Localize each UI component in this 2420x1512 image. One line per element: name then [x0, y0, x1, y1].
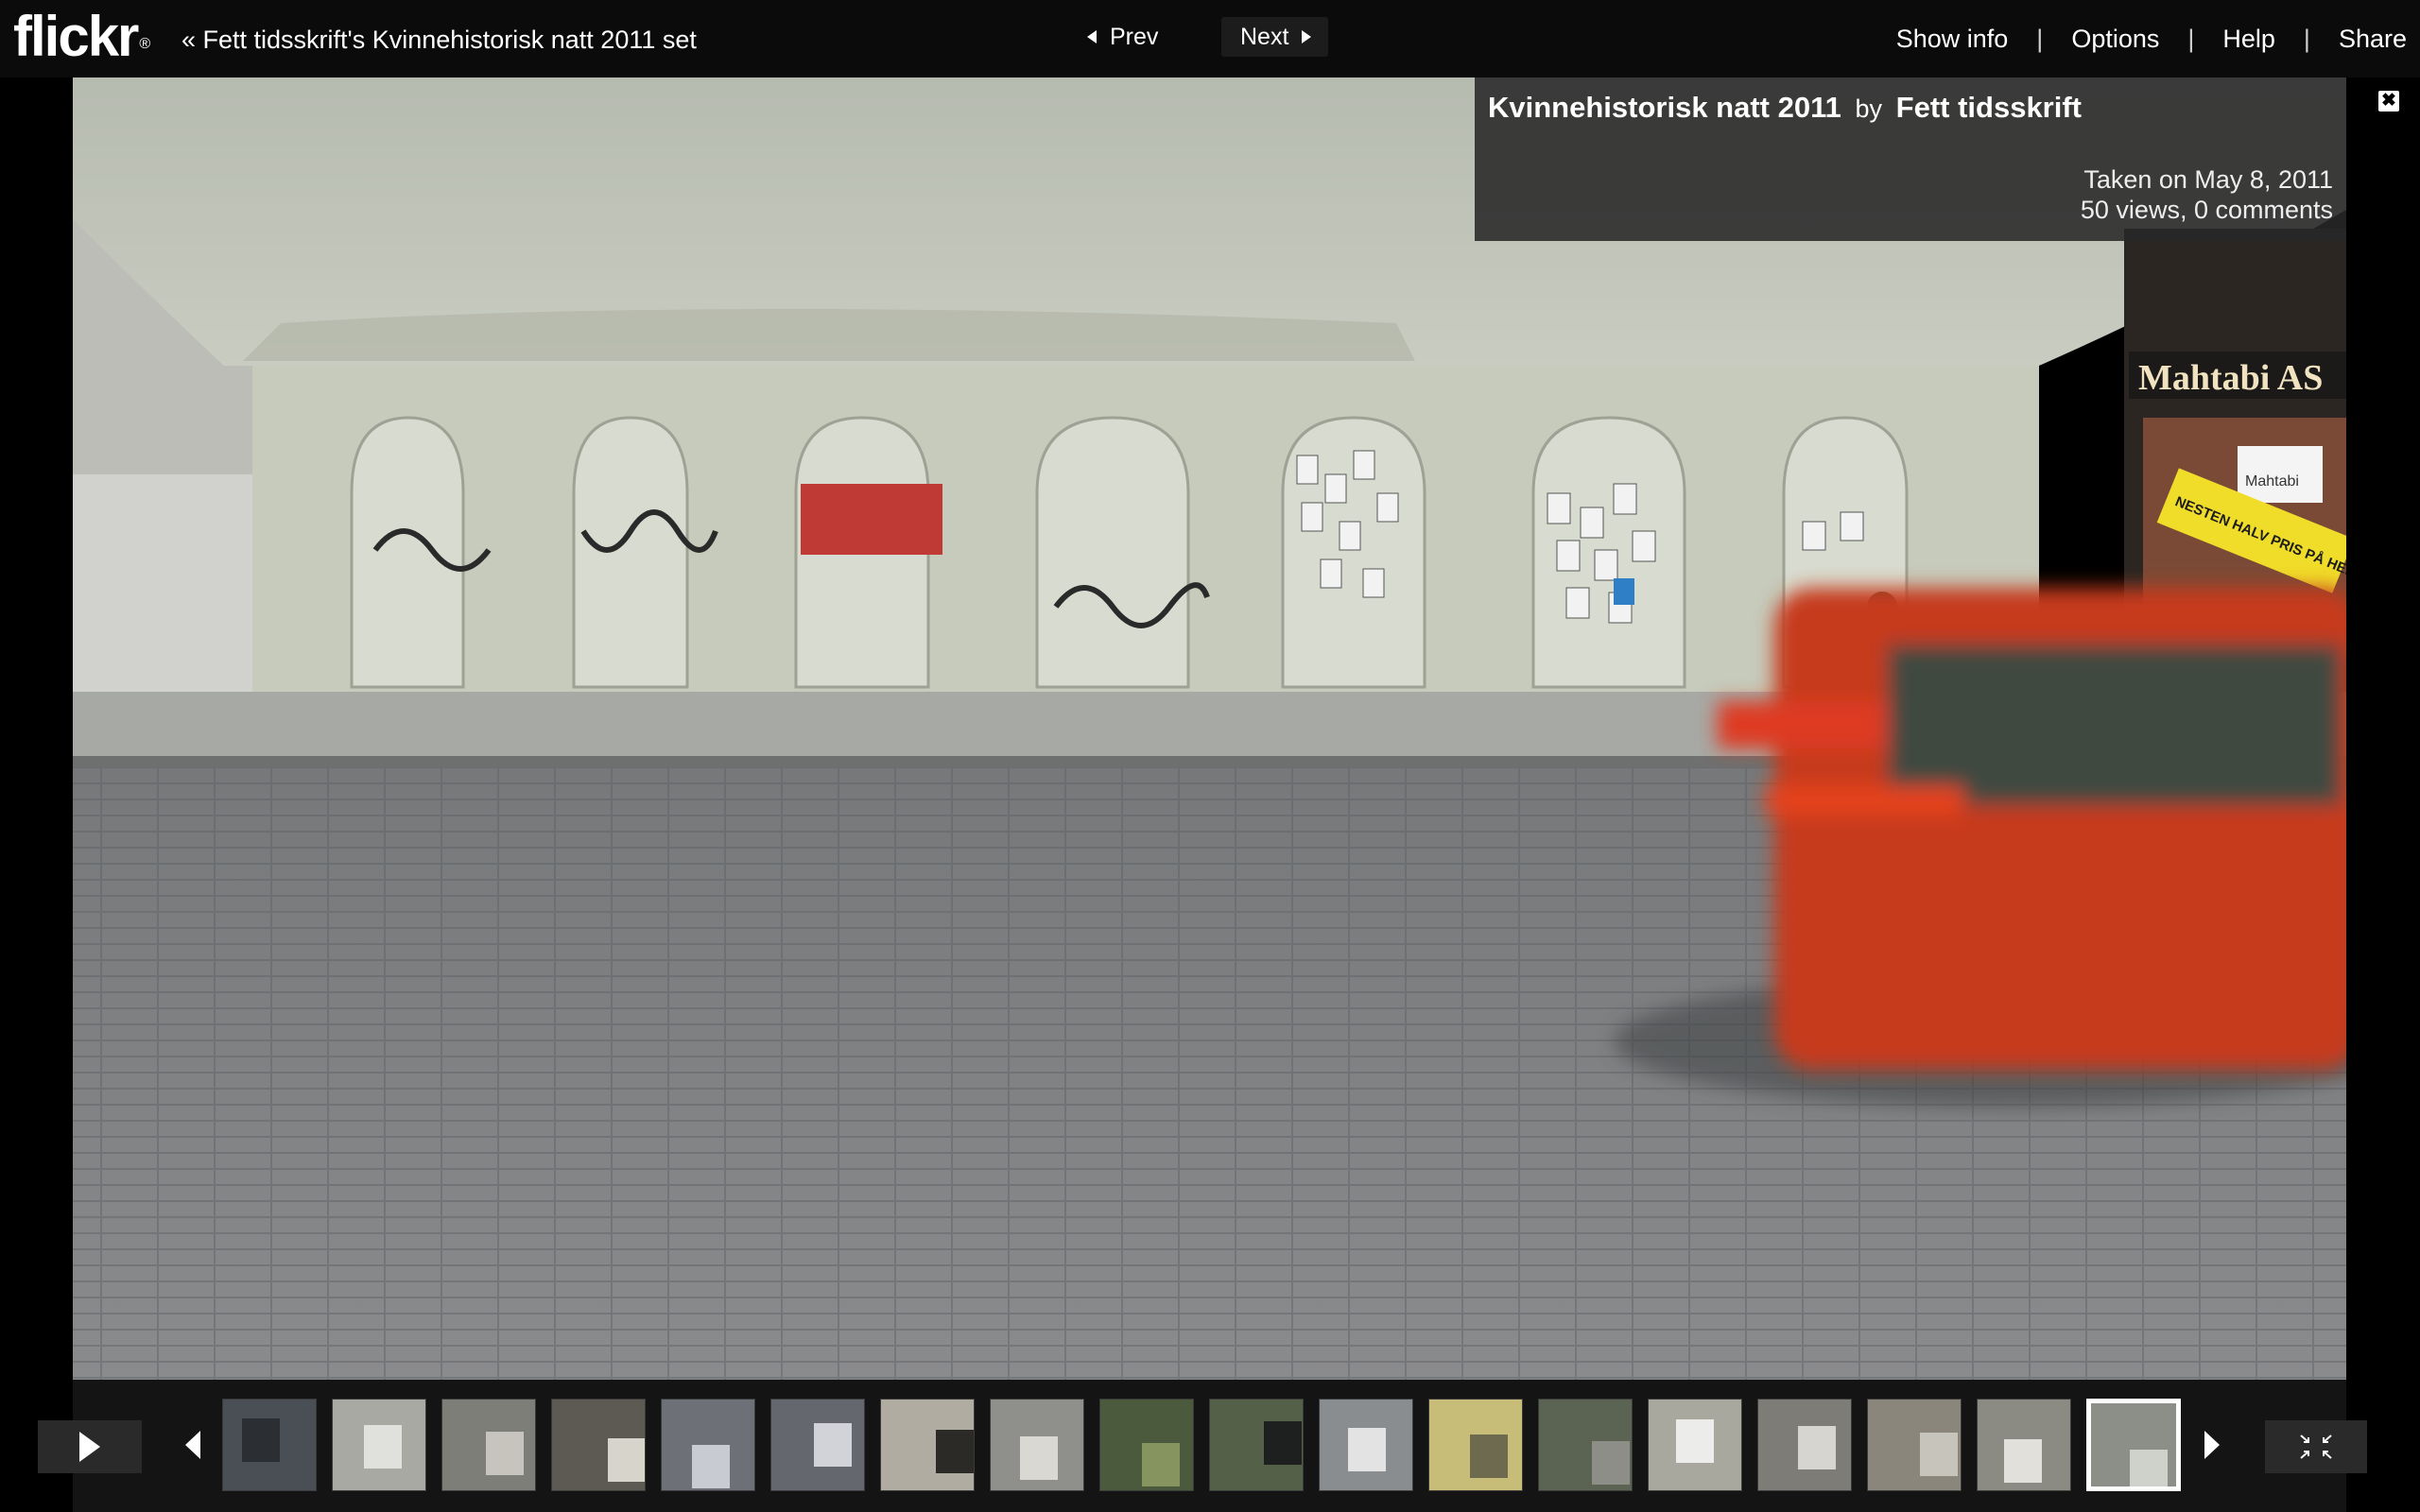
- filmstrip-next-button[interactable]: [2204, 1431, 2220, 1459]
- thumbnail-detail: [1676, 1419, 1714, 1463]
- thumbnail-detail: [1348, 1428, 1386, 1471]
- main-photo: Mahtabi AS Mahtabi NESTEN HALV PRIS PÅ H…: [73, 77, 2346, 1380]
- photo-title: Kvinnehistorisk natt 2011 by Fett tidssk…: [1488, 91, 2082, 125]
- fullscreen-toggle-button[interactable]: [2265, 1420, 2367, 1473]
- separator: |: [2036, 25, 2044, 53]
- filmstrip-thumbnail[interactable]: [1867, 1399, 1962, 1491]
- filmstrip-thumbnail[interactable]: [441, 1399, 536, 1491]
- photo-title-link[interactable]: Kvinnehistorisk natt 2011: [1488, 91, 1841, 124]
- caret-right-icon: [1302, 30, 1312, 43]
- top-bar: flickr ® « Fett tidsskrift's Kvinnehistor…: [0, 0, 2420, 77]
- share-link[interactable]: Share: [2339, 25, 2407, 54]
- prev-button[interactable]: Prev: [1087, 17, 1158, 57]
- filmstrip-thumbnail[interactable]: [1977, 1399, 2071, 1491]
- photo-stats: 50 views, 0 comments: [2080, 196, 2333, 224]
- filmstrip-thumbnail[interactable]: [661, 1399, 755, 1491]
- thumbnail-detail: [1592, 1441, 1630, 1485]
- filmstrip-thumbnail[interactable]: [1648, 1399, 1742, 1491]
- thumbnail-detail: [608, 1438, 645, 1482]
- filmstrip-prev-button[interactable]: [185, 1431, 200, 1459]
- thumbnail-detail: [486, 1432, 524, 1475]
- filmstrip-thumbnail[interactable]: [1538, 1399, 1633, 1491]
- help-link[interactable]: Help: [2222, 25, 2275, 54]
- collapse-icon: [2300, 1435, 2332, 1459]
- thumbnail-detail: [2130, 1450, 2168, 1486]
- filmstrip-thumbnail[interactable]: [770, 1399, 865, 1491]
- arrow-right-icon: [2204, 1431, 2220, 1459]
- thumbnail-detail: [936, 1430, 974, 1473]
- prev-label: Prev: [1110, 23, 1159, 50]
- filmstrip-thumbnail[interactable]: [880, 1399, 975, 1491]
- window-sign: Mahtabi: [2245, 473, 2299, 490]
- photo-meta: Taken on May 8, 2011 50 views, 0 comment…: [2081, 164, 2333, 225]
- top-links: Show info | Options | Help | Share: [1896, 25, 2407, 54]
- thumbnail-list: [222, 1399, 2181, 1493]
- thumbnail-detail: [692, 1445, 730, 1488]
- show-info-link[interactable]: Show info: [1896, 25, 2009, 54]
- thumbnail-detail: [242, 1418, 280, 1462]
- taken-date: Taken on May 8, 2011: [2083, 165, 2333, 194]
- thumbnail-detail: [814, 1423, 852, 1467]
- shop-sign: Mahtabi AS: [2138, 358, 2323, 398]
- back-to-set-link[interactable]: « Fett tidsskrift's Kvinnehistorisk natt…: [182, 26, 697, 55]
- separator: |: [2187, 25, 2195, 53]
- thumbnail-detail: [1020, 1436, 1058, 1480]
- next-label: Next: [1240, 23, 1289, 50]
- close-icon[interactable]: ✖: [2378, 91, 2399, 112]
- filmstrip-thumbnail[interactable]: [1209, 1399, 1304, 1491]
- filmstrip-thumbnail[interactable]: [1757, 1399, 1852, 1491]
- thumbnail-detail: [1470, 1435, 1508, 1478]
- thumbnail-detail: [1142, 1443, 1180, 1486]
- next-button[interactable]: Next: [1221, 17, 1329, 57]
- author-link[interactable]: Fett tidsskrift: [1896, 91, 2082, 124]
- filmstrip-thumbnail[interactable]: [222, 1399, 317, 1491]
- filmstrip-thumbnail[interactable]: [990, 1399, 1084, 1491]
- filmstrip-thumbnail[interactable]: [1099, 1399, 1194, 1491]
- options-link[interactable]: Options: [2071, 25, 2159, 54]
- caret-left-icon: [1087, 30, 1097, 43]
- thumbnail-detail: [1920, 1433, 1958, 1476]
- filmstrip-thumbnail[interactable]: [2086, 1399, 2181, 1491]
- play-icon: [79, 1432, 100, 1462]
- separator: |: [2303, 25, 2310, 53]
- filmstrip-thumbnail[interactable]: [332, 1399, 426, 1491]
- by-label: by: [1855, 94, 1883, 123]
- thumbnail-detail: [364, 1425, 402, 1469]
- thumbnail-detail: [1798, 1426, 1836, 1469]
- thumbnail-detail: [1264, 1421, 1302, 1465]
- filmstrip-thumbnail[interactable]: [1319, 1399, 1413, 1491]
- filmstrip-thumbnail[interactable]: [1428, 1399, 1523, 1491]
- photo-info-panel: Kvinnehistorisk natt 2011 by Fett tidssk…: [1475, 77, 2346, 241]
- flickr-logo[interactable]: flickr ®: [13, 6, 150, 68]
- thumbnail-detail: [2004, 1439, 2042, 1483]
- filmstrip: [0, 1380, 2420, 1512]
- slideshow-play-button[interactable]: [38, 1420, 142, 1473]
- filmstrip-thumbnail[interactable]: [551, 1399, 646, 1491]
- arrow-left-icon: [185, 1431, 200, 1459]
